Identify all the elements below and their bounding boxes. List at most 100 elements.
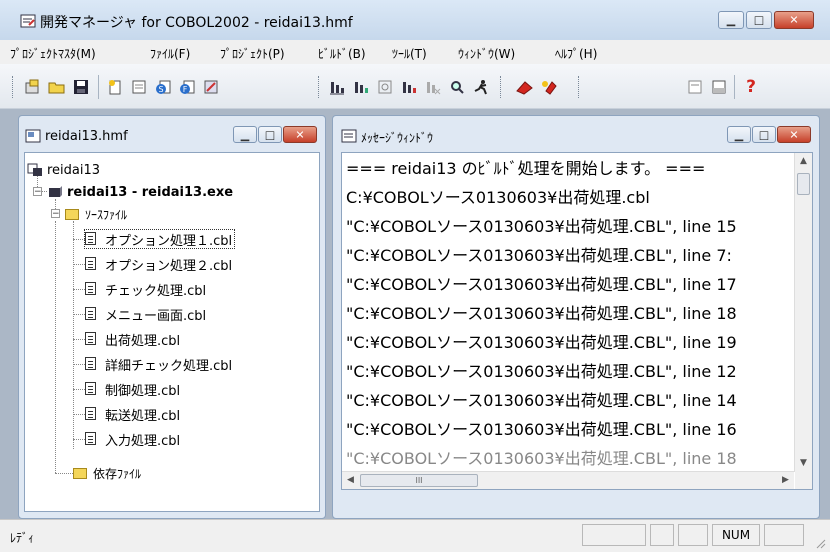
close-button[interactable]: ✕: [283, 126, 317, 143]
help-icon[interactable]: ?: [742, 78, 760, 96]
menu-tools[interactable]: ﾂｰﾙ(T): [392, 45, 427, 62]
toolbar-grip[interactable]: [12, 76, 16, 98]
tree-line: [73, 239, 85, 240]
menu-project-master[interactable]: ﾌﾟﾛｼﾞｪｸﾄﾏｽﾀ(M): [10, 45, 96, 62]
source-file-icon: [85, 282, 101, 296]
tree-root[interactable]: reidai13: [27, 161, 100, 179]
message-text-area[interactable]: === reidai13 のﾋﾞﾙﾄﾞ処理を開始します。 === C:¥COBO…: [342, 153, 794, 472]
maximize-button[interactable]: □: [258, 126, 282, 143]
tree-file-item[interactable]: メニュー画面.cbl: [85, 305, 206, 324]
message-line: "C:¥COBOLソース0130603¥出荷処理.CBL", line 17: [346, 275, 737, 294]
menu-window[interactable]: ｳｨﾝﾄﾞｳ(W): [458, 45, 515, 62]
rebuild-icon[interactable]: [352, 78, 370, 96]
file-list-icon[interactable]: [130, 78, 148, 96]
message-output[interactable]: === reidai13 のﾋﾞﾙﾄﾞ処理を開始します。 === C:¥COBO…: [341, 152, 813, 490]
folder-icon: [73, 466, 89, 480]
tree-source-folder[interactable]: ｿｰｽﾌｧｲﾙ: [65, 205, 127, 223]
tree-file-item[interactable]: 詳細チェック処理.cbl: [85, 355, 233, 374]
resize-grip-icon[interactable]: [814, 537, 826, 549]
status-text: ﾚﾃﾞｨ: [10, 531, 35, 545]
close-button[interactable]: ✕: [777, 126, 811, 143]
tree-project-label: reidai13 - reidai13.exe: [67, 184, 234, 200]
status-pane: [764, 524, 804, 546]
new-file-icon[interactable]: [106, 78, 124, 96]
vertical-scroll-thumb[interactable]: [797, 173, 810, 195]
minimize-button[interactable]: ▁: [727, 126, 751, 143]
layout-icon[interactable]: [710, 78, 728, 96]
tree-file-item[interactable]: 転送処理.cbl: [85, 405, 181, 424]
tree-file-item[interactable]: 出荷処理.cbl: [85, 330, 180, 349]
scroll-right-icon[interactable]: ▶: [777, 472, 794, 489]
toolbar-grip[interactable]: [500, 76, 504, 98]
minimize-button[interactable]: ▁: [718, 11, 744, 29]
vertical-scrollbar[interactable]: ▲ ▼: [794, 153, 812, 472]
new-project-icon[interactable]: [24, 78, 42, 96]
tree-line: [73, 289, 85, 290]
build-options-icon[interactable]: [376, 78, 394, 96]
tree-file-item[interactable]: チェック処理.cbl: [85, 280, 206, 299]
tree-dependency-folder[interactable]: 依存ﾌｧｲﾙ: [73, 464, 141, 482]
tree-line: [73, 339, 85, 340]
save-icon[interactable]: [72, 78, 90, 96]
source-file-icon: [85, 257, 101, 271]
project-window-title: reidai13.hmf: [45, 129, 128, 144]
project-window[interactable]: reidai13.hmf ▁ □ ✕ reidai13 − reidai13 -…: [18, 115, 326, 519]
menu-build[interactable]: ﾋﾞﾙﾄﾞ(B): [318, 45, 366, 62]
tree-line: [73, 439, 85, 440]
close-button[interactable]: ✕: [774, 11, 814, 29]
tree-file-item[interactable]: 入力処理.cbl: [85, 430, 180, 449]
toolbar: S F ?: [0, 64, 830, 109]
minimize-button[interactable]: ▁: [233, 126, 257, 143]
open-icon[interactable]: [48, 78, 66, 96]
build-all-icon[interactable]: [400, 78, 418, 96]
horizontal-scroll-thumb[interactable]: III: [360, 474, 478, 487]
maximize-button[interactable]: □: [752, 126, 776, 143]
message-window[interactable]: ﾒｯｾｰｼﾞｳｨﾝﾄﾞｳ ▁ □ ✕ === reidai13 のﾋﾞﾙﾄﾞ処理…: [332, 115, 820, 519]
clean-icon[interactable]: [424, 78, 442, 96]
search-icon[interactable]: [448, 78, 466, 96]
debug-icon[interactable]: [516, 78, 534, 96]
maximize-button[interactable]: □: [746, 11, 772, 29]
menu-help[interactable]: ﾍﾙﾌﾟ(H): [555, 45, 597, 62]
collapse-toggle[interactable]: −: [33, 187, 42, 197]
run-icon[interactable]: [472, 78, 490, 96]
tool-icon[interactable]: [540, 78, 558, 96]
message-line-partial: "C:¥COBOLソース0130603¥出荷処理.CBL", line 18: [346, 449, 737, 468]
toolbar-grip[interactable]: [578, 76, 582, 98]
message-line: "C:¥COBOLソース0130603¥出荷処理.CBL", line 7:: [346, 246, 732, 265]
maximize-icon: □: [758, 128, 770, 141]
tree-file-label: 詳細チェック処理.cbl: [105, 358, 233, 374]
svg-text:F: F: [183, 85, 188, 94]
status-bar: ﾚﾃﾞｨ NUM: [0, 519, 830, 552]
message-line: C:¥COBOLソース0130603¥出荷処理.cbl: [346, 188, 650, 207]
build-icon[interactable]: [328, 78, 346, 96]
source-file-icon: [85, 332, 101, 346]
menu-file[interactable]: ﾌｧｲﾙ(F): [150, 45, 190, 62]
scroll-left-icon[interactable]: ◀: [342, 472, 359, 489]
toolbar-separator: [734, 75, 735, 99]
minimize-icon: ▁: [726, 13, 736, 27]
status-num: NUM: [712, 524, 760, 546]
menu-project[interactable]: ﾌﾟﾛｼﾞｪｸﾄ(P): [220, 45, 285, 62]
collapse-toggle[interactable]: −: [51, 209, 60, 219]
horizontal-scrollbar[interactable]: ◀ III ▶: [342, 471, 794, 489]
scroll-down-icon[interactable]: ▼: [795, 455, 812, 472]
message-window-icon: [341, 129, 357, 143]
source-file-icon: [85, 432, 101, 446]
add-folder-icon[interactable]: F: [178, 78, 196, 96]
workspace-icon: [27, 163, 43, 177]
status-pane: [582, 524, 646, 546]
tree-file-label: オプション処理２.cbl: [105, 258, 233, 274]
tree-line: [73, 264, 85, 265]
tree-file-label: 転送処理.cbl: [105, 408, 181, 424]
tree-file-item[interactable]: 制御処理.cbl: [85, 380, 180, 399]
scroll-up-icon[interactable]: ▲: [795, 153, 812, 170]
tree-file-item[interactable]: オプション処理１.cbl: [83, 229, 236, 249]
toolbar-separator: [98, 75, 99, 99]
toolbar-grip[interactable]: [318, 76, 322, 98]
tree-project[interactable]: reidai13 - reidai13.exe: [47, 183, 233, 201]
add-file-icon[interactable]: S: [154, 78, 172, 96]
tree-file-item[interactable]: オプション処理２.cbl: [85, 255, 233, 274]
properties-icon[interactable]: [202, 78, 220, 96]
window-icon[interactable]: [686, 78, 704, 96]
